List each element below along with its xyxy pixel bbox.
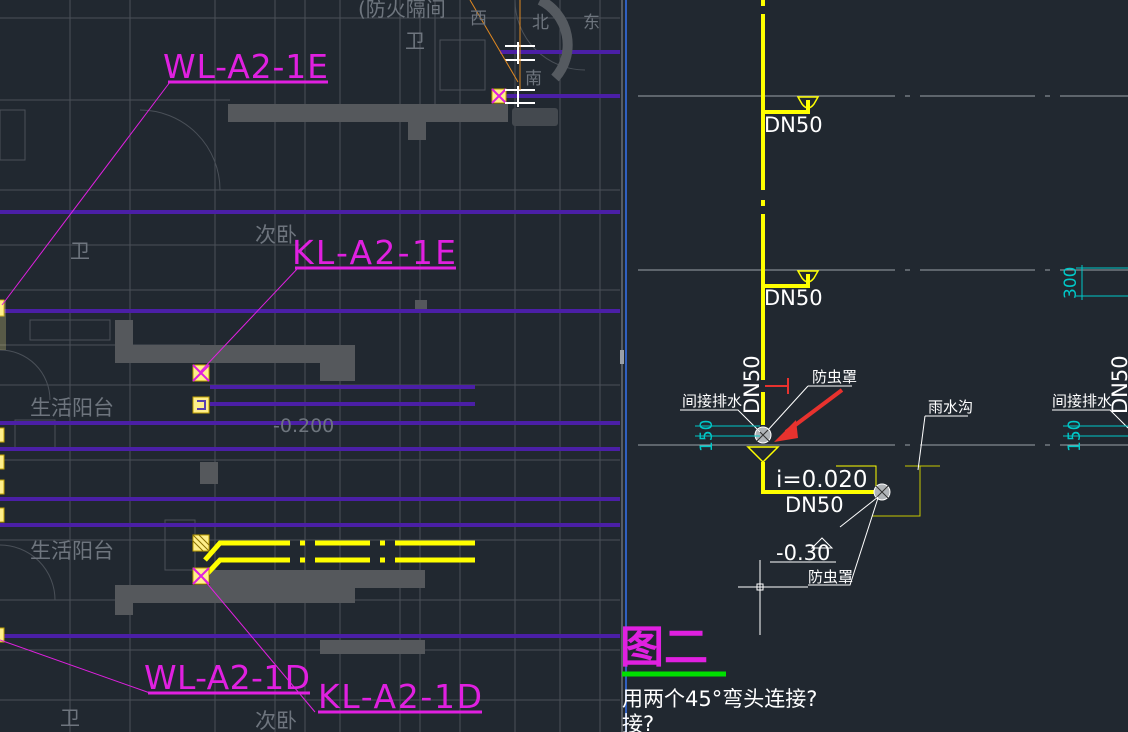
splitter-handle[interactable] <box>620 350 624 364</box>
figure-title: 图二 <box>620 622 708 673</box>
slope-label: i=0.020 <box>776 467 868 493</box>
diagram-labels: DN50 DN50 DN50 DN50 防虫罩 间接排水 间接排水 雨水沟 15… <box>682 113 1128 586</box>
pipe-size-label: DN50 <box>764 286 823 310</box>
pipe-tag-wl-1e[interactable]: WL-A2-1E <box>163 47 328 86</box>
room-label: 生活阳台 <box>30 539 114 563</box>
vertical-riser <box>761 0 878 494</box>
compass-label: 南 <box>525 69 542 89</box>
insect-cover-marker <box>765 378 789 394</box>
indirect-drain-label: 间接排水 <box>1052 392 1112 410</box>
pipe-size-label: DN50 <box>785 493 844 517</box>
pipe-tag-kl-1e[interactable]: KL-A2-1E <box>292 233 456 272</box>
rain-gutter-label: 雨水沟 <box>928 398 973 416</box>
room-label: (防火隔间 <box>358 0 446 21</box>
plan-view: (防火隔间 卫 西 北 东 南 次卧 卫 生活阳台 生活阳台 -0.200 卫 … <box>0 0 620 732</box>
system-diagram: DN50 DN50 DN50 DN50 防虫罩 间接排水 间接排水 雨水沟 15… <box>620 0 1128 732</box>
dimension-label: 300 <box>1061 267 1081 299</box>
room-label: 次卧 <box>255 223 297 247</box>
pipe-tag-wl-1d[interactable]: WL-A2-1D <box>144 658 310 697</box>
elevation-label: -0.30 <box>776 541 830 565</box>
compass-label: 北 <box>532 13 549 33</box>
elevation-label: -0.200 <box>273 415 334 437</box>
pipe-size-label: DN50 <box>764 113 823 137</box>
tooltip-box <box>512 108 558 126</box>
indirect-drain-label: 间接排水 <box>682 392 742 410</box>
dimension-label: 150 <box>697 420 717 452</box>
red-arrow <box>774 388 844 442</box>
insect-cover-label: 防虫罩 <box>808 568 853 586</box>
edge-hatch <box>0 300 6 350</box>
room-label: 卫 <box>405 29 425 53</box>
insect-cover-label: 防虫罩 <box>812 368 857 386</box>
pipe-tag-kl-1d[interactable]: KL-A2-1D <box>318 677 482 716</box>
room-label: 生活阳台 <box>30 396 114 420</box>
question-text-1[interactable]: 用两个45°弯头连接? <box>622 687 817 711</box>
annotation-leaders <box>680 385 1128 635</box>
dimension-label: 150 <box>1065 420 1085 452</box>
pipe-size-label: DN50 <box>740 355 764 414</box>
question-text-2[interactable]: 接? <box>622 712 654 732</box>
room-label: 卫 <box>60 706 80 730</box>
compass-label: 东 <box>583 13 600 33</box>
cad-drawing-canvas[interactable]: (防火隔间 卫 西 北 东 南 次卧 卫 生活阳台 生活阳台 -0.200 卫 … <box>0 0 1128 732</box>
room-label: 卫 <box>70 239 90 263</box>
compass-arc <box>537 0 573 82</box>
room-label: 次卧 <box>255 709 297 732</box>
wall-solids <box>115 104 508 654</box>
compass-label: 西 <box>470 9 487 29</box>
